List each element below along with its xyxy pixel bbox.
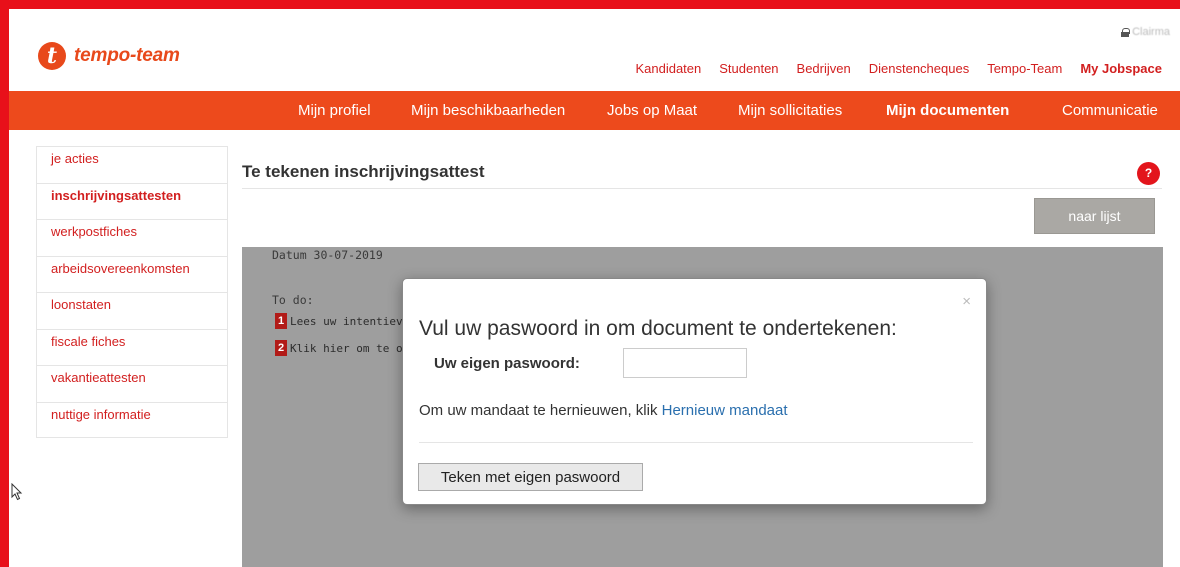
sidebar: je acties inschrijvingsattesten werkpost… [36,146,228,438]
password-dialog: × Vul uw paswoord in om document te onde… [402,278,987,505]
logo[interactable]: t tempo-team [38,42,180,70]
todo-step[interactable]: 2 Klik hier om te on [275,340,409,356]
red-frame-left [0,0,9,567]
sidebar-item-label: vakantieattesten [51,370,146,385]
top-nav-studenten[interactable]: Studenten [719,61,778,76]
todo-step[interactable]: 1 Lees uw intentiev [275,313,403,329]
step-text: Klik hier om te on [290,341,410,355]
main-nav-jobs-op-maat[interactable]: Jobs op Maat [607,91,697,130]
back-to-list-button[interactable]: naar lijst [1034,198,1155,234]
sidebar-item-vakantieattesten[interactable]: vakantieattesten [37,366,227,403]
sidebar-item-arbeidsovereenkomsten[interactable]: arbeidsovereenkomsten [37,257,227,293]
sidebar-item-label: inschrijvingsattesten [51,187,182,203]
top-nav-dienstencheques[interactable]: Dienstencheques [869,61,969,76]
lock-icon [1121,27,1131,37]
logo-icon: t [38,42,66,70]
sidebar-item-label: nuttige informatie [51,406,151,422]
main-nav: Mijn profiel Mijn beschikbaarheden Jobs … [9,91,1180,130]
main-nav-mijn-profiel[interactable]: Mijn profiel [298,91,371,130]
main-nav-communicatie[interactable]: Communicatie [1062,91,1158,130]
renew-mandate-text: Om uw mandaat te hernieuwen, klik Hernie… [419,402,788,419]
sidebar-item-label: fiscale fiches [51,333,126,349]
close-icon[interactable]: × [962,293,971,310]
document-date: Datum 30-07-2019 [272,248,383,262]
todo-heading: To do: [272,293,314,307]
top-nav: Kandidaten Studenten Bedrijven Dienstenc… [635,61,1162,76]
user-menu[interactable]: Clairma [1121,26,1170,38]
page-title: Te tekenen inschrijvingsattest [242,162,485,181]
logo-text: tempo-team [74,45,180,66]
renew-mandate-link[interactable]: Hernieuw mandaat [662,402,788,419]
help-icon[interactable]: ? [1137,162,1160,185]
mouse-cursor-icon [11,483,23,501]
red-frame-top [0,0,1180,9]
top-nav-tempo-team[interactable]: Tempo-Team [987,61,1062,76]
sidebar-item-je-acties[interactable]: je acties [37,147,227,184]
sidebar-item-label: werkpostfiches [51,224,137,239]
sidebar-item-label: arbeidsovereenkomsten [51,260,190,276]
sign-with-password-button[interactable]: Teken met eigen paswoord [418,463,643,491]
top-nav-kandidaten[interactable]: Kandidaten [635,61,701,76]
dialog-divider [419,442,973,443]
main-nav-mijn-beschikbaarheden[interactable]: Mijn beschikbaarheden [411,91,565,130]
top-nav-my-jobspace[interactable]: My Jobspace [1080,61,1162,76]
password-input[interactable] [623,348,747,378]
main-nav-mijn-sollicitaties[interactable]: Mijn sollicitaties [738,91,842,130]
renew-mandate-prefix: Om uw mandaat te hernieuwen, klik [419,402,662,419]
sidebar-item-label: je acties [51,151,99,166]
sidebar-item-inschrijvingsattesten[interactable]: inschrijvingsattesten [37,184,227,220]
step-number-badge: 2 [275,340,287,356]
sidebar-item-loonstaten[interactable]: loonstaten [37,293,227,330]
user-name[interactable]: Clairma [1132,26,1170,38]
sidebar-item-label: loonstaten [51,297,111,312]
password-label: Uw eigen paswoord: [434,355,580,372]
sidebar-item-fiscale-fiches[interactable]: fiscale fiches [37,330,227,366]
main-nav-mijn-documenten[interactable]: Mijn documenten [886,91,1009,130]
top-nav-bedrijven[interactable]: Bedrijven [797,61,851,76]
step-number-badge: 1 [275,313,287,329]
step-text: Lees uw intentiev [290,314,403,328]
dialog-title: Vul uw paswoord in om document te ondert… [419,317,897,340]
sidebar-item-nuttige-informatie[interactable]: nuttige informatie [37,403,227,440]
title-divider [242,188,1162,189]
sidebar-item-werkpostfiches[interactable]: werkpostfiches [37,220,227,257]
